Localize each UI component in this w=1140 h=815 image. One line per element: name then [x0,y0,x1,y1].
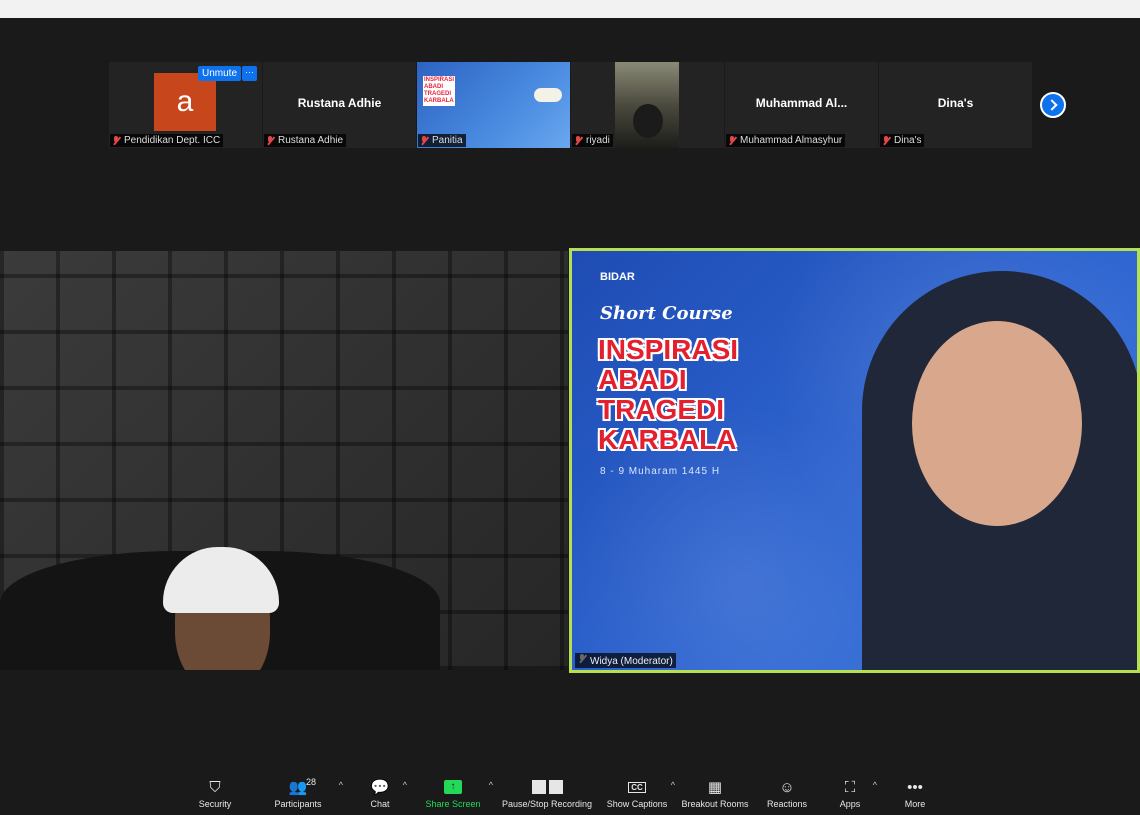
participant-name: riyadi [586,135,610,146]
reactions-label: Reactions [766,799,808,809]
chevron-up-icon[interactable]: ^ [671,780,675,790]
chat-bubble-icon: 💬 [370,779,390,796]
muted-mic-icon [420,135,429,146]
participant-display-name: Rustana Adhie [297,96,382,110]
participant-tile[interactable]: a Unmute ··· Pendidikan Dept. ICC [109,62,262,148]
thumbnail-slide-graphic: INSPIRASI ABADI TRAGEDI KARBALA [423,76,456,106]
participant-name: Pendidikan Dept. ICC [124,135,221,146]
chat-button[interactable]: 💬 ^ Chat [353,770,407,815]
participant-name-label: Panitia [418,134,466,147]
chevron-up-icon[interactable]: ^ [489,780,493,790]
participant-name-label: Muhammad Almasyhur [726,134,846,147]
muted-mic-icon [882,135,891,146]
smiley-plus-icon: ☺ [779,778,795,796]
more-button[interactable]: ••• More [877,770,953,815]
speaker-name-label: Widya (Moderator) [575,653,676,668]
participants-count-badge: 28 [306,777,317,787]
participant-tile[interactable]: INSPIRASI ABADI TRAGEDI KARBALA Panitia [417,62,570,148]
slide-subtitle: Short Course [600,303,733,324]
apps-button[interactable]: ⛶ ^ Apps [823,770,877,815]
security-button[interactable]: ⛉ Security [187,770,243,815]
participant-name: Dina's [894,135,922,146]
security-label: Security [198,799,232,809]
reactions-button[interactable]: ☺ Reactions [751,770,823,815]
pause-stop-recording-button[interactable]: Pause/Stop Recording [499,770,595,815]
participant-name: Rustana Adhie [278,135,344,146]
speaker-name: Widya (Moderator) [590,656,673,667]
meeting-toolbar: ⛉ Security 👥 28 ^ Participants 💬 ^ Chat … [0,770,1140,815]
people-icon: 👥 [288,779,308,796]
grid-icon: ▦ [707,779,723,796]
muted-mic-icon [112,135,121,146]
chevron-up-icon[interactable]: ^ [339,780,343,790]
person-face [912,321,1082,526]
window-top-bar [0,0,1140,18]
breakout-rooms-button[interactable]: ▦ Breakout Rooms [679,770,751,815]
cloud-graphic [534,88,562,102]
breakout-rooms-label: Breakout Rooms [681,799,749,809]
share-screen-icon: ↑ [444,778,462,796]
chat-label: Chat [370,799,390,809]
slide-title-line: ABADI [598,364,687,395]
thumbnail-video [615,62,679,148]
muted-mic-icon [574,135,583,146]
participant-name-label: riyadi [572,134,613,147]
captions-icon: CC [628,778,646,796]
avatar: a [154,73,216,131]
shield-icon: ⛉ [209,778,221,796]
recording-label: Pause/Stop Recording [501,799,593,809]
pause-stop-icon [531,778,563,796]
participant-tile[interactable]: Rustana Adhie Rustana Adhie [263,62,416,148]
apps-label: Apps [839,799,861,809]
participants-label: Participants [274,799,322,809]
participants-button[interactable]: 👥 28 ^ Participants [243,770,353,815]
slide-date: 8 - 9 Muharam 1445 H [600,466,721,477]
more-options-button[interactable]: ··· [242,66,257,81]
bidar-logo: BIDAR [600,271,635,283]
show-captions-button[interactable]: CC ^ Show Captions [595,770,679,815]
participant-thumbnail-strip: a Unmute ··· Pendidikan Dept. ICC Rustan… [109,62,1033,148]
pin-icon [578,654,587,664]
participant-name: Panitia [432,135,463,146]
ellipsis-icon: ••• [907,778,923,796]
slide-title-line: TRAGEDI [598,394,724,425]
speaker-video-active[interactable]: BIDAR Short Course INSPIRASI ABADI TRAGE… [569,248,1140,673]
share-screen-label: Share Screen [425,799,481,809]
participant-display-name: Dina's [937,96,974,110]
slide-title-line: INSPIRASI [598,334,739,365]
avatar-letter: a [176,85,194,118]
next-page-arrow-icon[interactable] [1040,92,1066,118]
person-silhouette [633,104,663,138]
participant-tile[interactable]: Dina's Dina's [879,62,1032,148]
more-label: More [904,799,926,809]
muted-mic-icon [728,135,737,146]
speaker-video-left[interactable] [0,251,568,670]
slide-title-line: KARBALA [598,424,737,455]
apps-icon: ⛶ [844,778,856,796]
participant-tile[interactable]: riyadi [571,62,724,148]
participant-display-name: Muhammad Al... [755,96,848,110]
participant-name: Muhammad Almasyhur [740,135,843,146]
participant-name-label: Dina's [880,134,925,147]
muted-mic-icon [266,135,275,146]
participant-tile[interactable]: Muhammad Al... Muhammad Almasyhur [725,62,878,148]
participant-name-label: Rustana Adhie [264,134,347,147]
share-screen-button[interactable]: ↑ ^ Share Screen [407,770,499,815]
captions-label: Show Captions [606,799,668,809]
participant-name-label: Pendidikan Dept. ICC [110,134,224,147]
unmute-button[interactable]: Unmute [198,66,242,81]
slide-title: INSPIRASI ABADI TRAGEDI KARBALA [598,335,738,455]
